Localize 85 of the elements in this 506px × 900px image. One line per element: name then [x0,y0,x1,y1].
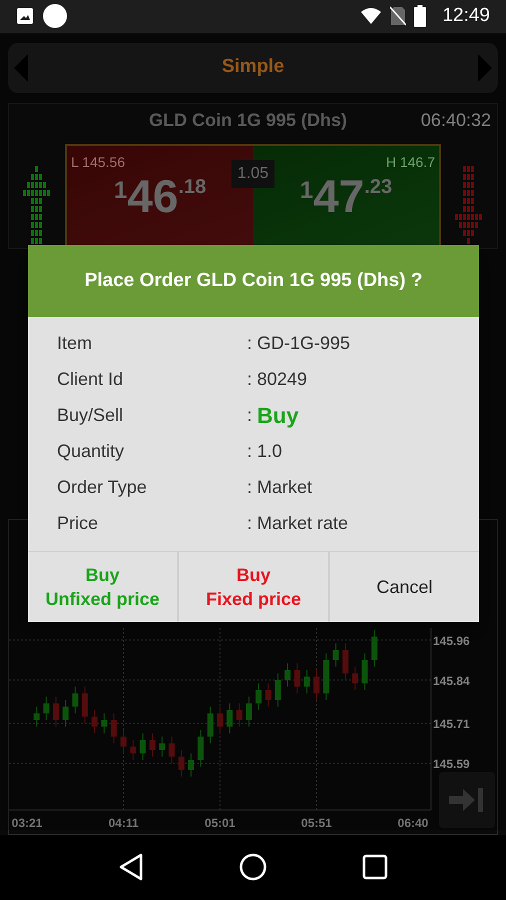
cancel-button[interactable]: Cancel [328,552,479,622]
x-axis-label: 03:21 [12,814,42,832]
candle [198,729,204,767]
field-colon: : [247,440,252,462]
high-price: H 146.7 [386,152,435,172]
field-label: Order Type [56,476,148,499]
image-icon [16,7,34,26]
field-value: 80249 [257,368,308,390]
candle [217,706,223,734]
candle [226,702,233,734]
candle [159,736,166,757]
field-value: Buy [257,402,299,430]
y-axis-label: 145.84 [433,672,470,690]
candle [332,642,339,667]
field-value: Market rate [257,512,348,534]
candle [362,652,368,690]
x-axis-label: 05:51 [301,814,332,832]
y-axis-label: 145.71 [433,716,470,733]
candle [352,666,358,690]
candle [371,629,378,667]
field-value: 1.0 [257,440,282,462]
candle [72,686,78,714]
candle [149,732,156,757]
field-colon: : [247,404,252,426]
candle [52,696,59,727]
x-axis-label: 06:40 [398,814,428,832]
candle [168,736,175,764]
field-colon: : [247,476,252,498]
candle [342,642,348,680]
candle [101,712,108,734]
field-label: Client Id [56,368,124,390]
candle [274,672,281,707]
candle [284,662,291,687]
circle-icon [42,3,68,30]
candle [304,669,310,694]
x-axis-label: 04:11 [108,814,139,832]
candle [294,662,300,694]
field-label: Item [56,332,94,354]
candle [188,752,194,777]
candle [314,669,320,700]
field-colon: : [247,332,252,354]
home-icon[interactable] [238,853,267,882]
field-value: GD-1G-995 [257,332,350,354]
candle [34,706,40,727]
candle [178,749,184,777]
down-arrow-icon [455,166,483,246]
dialog-title: Place Order GLD Coin 1G 995 (Dhs) ? [84,268,422,293]
order-button[interactable]: Buy Fixed price [177,552,328,622]
field-label: Price [56,512,100,534]
candle [323,652,330,700]
candle [43,696,50,720]
candle [265,682,272,707]
field-colon: : [247,368,252,390]
spread-label: 1.05 [231,160,275,188]
field-label: Quantity [56,440,126,463]
y-axis-label: 145.59 [433,756,470,773]
candle [140,732,146,760]
mode-label: Simple [222,55,284,80]
battery-icon [414,5,426,28]
recents-icon[interactable] [362,854,388,880]
order-button[interactable]: Buy Unfixed price [28,552,177,622]
candle [110,712,117,744]
candle [207,706,214,744]
y-axis-label: 145.96 [433,632,470,650]
quote-time: 06:40:32 [420,109,491,132]
clock-text: 12:49 [442,4,490,28]
wifi-icon [360,7,382,26]
up-arrow-icon [23,166,51,246]
candle [246,696,252,727]
candle [62,699,69,727]
instrument-title: GLD Coin 1G 995 (Dhs) [149,109,348,132]
back-icon[interactable] [118,853,144,882]
field-label: Buy/Sell [56,404,124,427]
candle [130,739,136,760]
candle [256,682,262,710]
candle [92,709,98,734]
arrow-to-end-icon [449,786,485,813]
x-axis-label: 05:01 [204,814,236,832]
no-sim-icon [390,6,406,26]
field-colon: : [247,512,252,534]
candle [82,686,88,724]
field-value: Market [257,476,312,498]
candle [120,729,126,754]
candle [236,702,242,727]
low-price: L 145.56 [71,152,125,172]
